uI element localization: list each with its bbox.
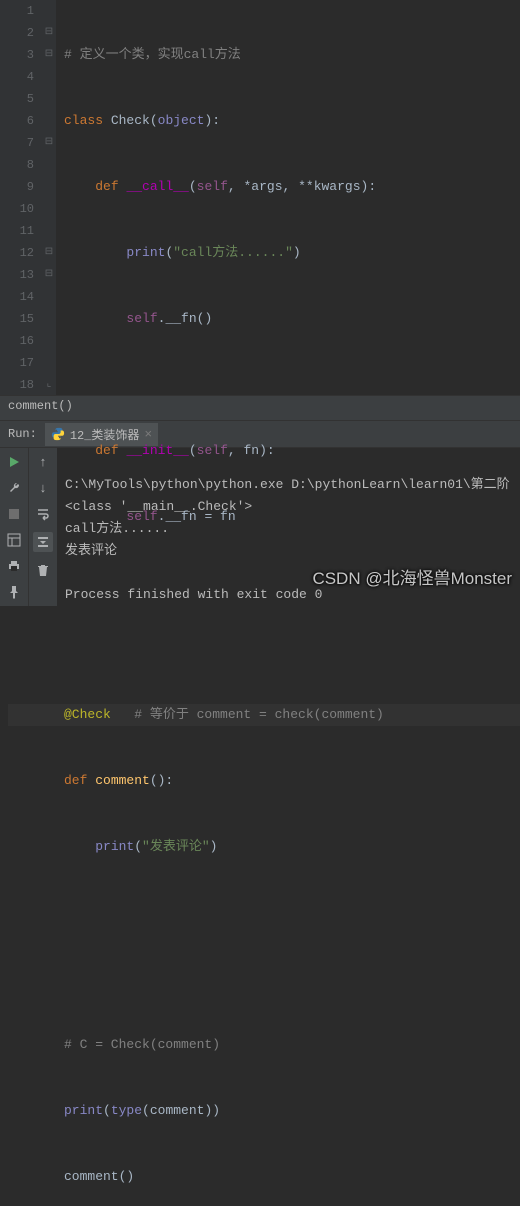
- code-text: .__fn = fn: [158, 509, 236, 524]
- code-keyword: def: [95, 179, 126, 194]
- code-punct: (: [103, 1103, 111, 1118]
- code-self: self: [126, 509, 157, 524]
- fold-marker[interactable]: [42, 0, 56, 22]
- fold-marker[interactable]: ⌞: [42, 374, 56, 396]
- line-number: 4: [0, 66, 34, 88]
- line-number: 14: [0, 286, 34, 308]
- line-number: 7: [0, 132, 34, 154]
- line-number: 12: [0, 242, 34, 264]
- code-punct: (: [150, 113, 158, 128]
- code-class: Check: [111, 113, 150, 128]
- code-builtin: print: [126, 245, 165, 260]
- code-editor[interactable]: # 定义一个类，实现call方法 class Check(object): de…: [56, 0, 520, 395]
- run-label: Run:: [0, 427, 45, 441]
- trash-icon[interactable]: [35, 562, 51, 578]
- fold-marker[interactable]: [42, 110, 56, 132]
- code-text: comment(): [64, 1169, 134, 1184]
- code-keyword: def: [64, 773, 95, 788]
- code-builtin: print: [64, 1103, 103, 1118]
- fold-marker[interactable]: ⊟: [42, 132, 56, 154]
- layout-icon[interactable]: [6, 532, 22, 548]
- code-builtin: type: [111, 1103, 142, 1118]
- fold-marker[interactable]: [42, 308, 56, 330]
- pin-icon[interactable]: [6, 584, 22, 600]
- code-magic: __call__: [126, 179, 188, 194]
- code-punct: ): [210, 839, 218, 854]
- stop-icon[interactable]: [6, 506, 22, 522]
- code-space: [111, 707, 134, 722]
- code-builtin: print: [95, 839, 134, 854]
- code-keyword: class: [64, 113, 111, 128]
- print-icon[interactable]: [6, 558, 22, 574]
- code-funcname: comment: [95, 773, 150, 788]
- code-punct: (: [134, 839, 142, 854]
- soft-wrap-icon[interactable]: [35, 506, 51, 522]
- fold-column: ⊟ ⊟ ⊟ ⊟ ⊟ ⌞: [42, 0, 56, 395]
- line-number: 17: [0, 352, 34, 374]
- fold-marker[interactable]: [42, 198, 56, 220]
- code-self: self: [126, 311, 157, 326]
- code-punct: ): [293, 245, 301, 260]
- code-punct: ():: [150, 773, 173, 788]
- fold-marker[interactable]: ⊟: [42, 44, 56, 66]
- code-punct: , *args, **kwargs):: [228, 179, 376, 194]
- fold-marker[interactable]: ⊟: [42, 22, 56, 44]
- code-comment: # 定义一个类，实现call方法: [64, 47, 241, 62]
- fold-marker[interactable]: [42, 286, 56, 308]
- code-comment: # C = Check(comment): [64, 1037, 220, 1052]
- editor-area: 1 2 3 4 5 6 7 8 9 10 11 12 13 14 15 16 1…: [0, 0, 520, 395]
- code-string: "发表评论": [142, 839, 210, 854]
- arrow-down-icon[interactable]: ↓: [35, 480, 51, 496]
- line-number: 13: [0, 264, 34, 286]
- fold-marker[interactable]: [42, 154, 56, 176]
- line-number: 3: [0, 44, 34, 66]
- wrench-icon[interactable]: [6, 480, 22, 496]
- code-punct: , fn):: [228, 443, 275, 458]
- code-text: .__fn(): [158, 311, 213, 326]
- code-punct: (comment)): [142, 1103, 220, 1118]
- python-icon: [51, 427, 65, 441]
- fold-marker[interactable]: ⊟: [42, 264, 56, 286]
- line-number: 15: [0, 308, 34, 330]
- fold-marker[interactable]: [42, 330, 56, 352]
- line-number: 8: [0, 154, 34, 176]
- scroll-to-end-icon[interactable]: [33, 532, 53, 552]
- code-punct: (: [189, 443, 197, 458]
- code-decorator: @Check: [64, 707, 111, 722]
- line-number: 1: [0, 0, 34, 22]
- fold-marker[interactable]: [42, 220, 56, 242]
- line-number: 5: [0, 88, 34, 110]
- fold-marker[interactable]: ⊟: [42, 242, 56, 264]
- line-number: 6: [0, 110, 34, 132]
- line-number: 16: [0, 330, 34, 352]
- code-string: "call方法......": [173, 245, 293, 260]
- run-icon[interactable]: [6, 454, 22, 470]
- line-number: 9: [0, 176, 34, 198]
- line-number: 18: [0, 374, 34, 396]
- fold-marker[interactable]: [42, 176, 56, 198]
- fold-marker[interactable]: [42, 352, 56, 374]
- line-number: 2: [0, 22, 34, 44]
- code-punct: (: [189, 179, 197, 194]
- run-tool-column-left: [0, 448, 28, 606]
- line-number: 10: [0, 198, 34, 220]
- fold-marker[interactable]: [42, 88, 56, 110]
- code-self: self: [197, 443, 228, 458]
- arrow-up-icon[interactable]: ↑: [35, 454, 51, 470]
- run-tool-column-right: ↑ ↓: [28, 448, 57, 606]
- fold-marker[interactable]: [42, 66, 56, 88]
- code-keyword: def: [95, 443, 126, 458]
- line-number: 11: [0, 220, 34, 242]
- line-number-gutter: 1 2 3 4 5 6 7 8 9 10 11 12 13 14 15 16 1…: [0, 0, 42, 395]
- code-punct: ):: [204, 113, 220, 128]
- code-comment: # 等价于 comment = check(comment): [134, 707, 384, 722]
- code-self: self: [197, 179, 228, 194]
- code-builtin: object: [158, 113, 205, 128]
- code-magic: __init__: [126, 443, 188, 458]
